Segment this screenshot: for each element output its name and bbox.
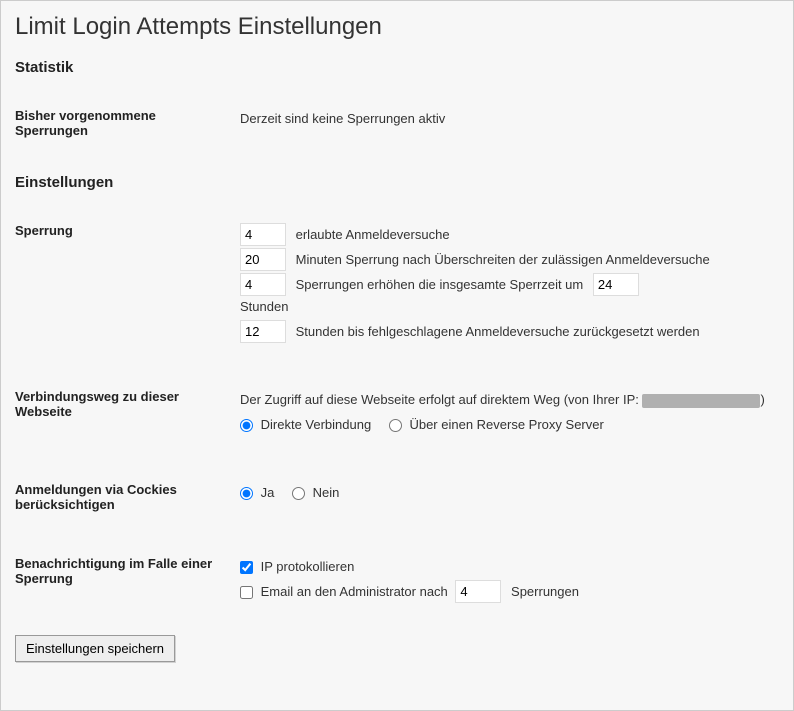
connection-direct-option[interactable]: Direkte Verbindung: [240, 417, 375, 432]
lockouts-so-far-value: Derzeit sind keine Sperrungen aktiv: [240, 100, 779, 146]
email-label-right: Sperrungen: [511, 584, 579, 599]
email-threshold-input[interactable]: [455, 580, 501, 603]
reset-hours-input[interactable]: [240, 320, 286, 343]
reset-text: Stunden bis fehlgeschlagene Anmeldeversu…: [296, 324, 700, 339]
email-admin-checkbox[interactable]: [240, 586, 253, 599]
connection-proxy-option[interactable]: Über einen Reverse Proxy Server: [389, 417, 604, 432]
connection-proxy-label: Über einen Reverse Proxy Server: [409, 417, 603, 432]
settings-heading: Einstellungen: [15, 174, 779, 191]
notify-label: Benachrichtigung im Falle einer Sperrung: [15, 548, 240, 613]
stats-table: Bisher vorgenommene Sperrungen Derzeit s…: [15, 100, 779, 174]
email-admin-option[interactable]: Email an den Administrator nach: [240, 584, 451, 599]
log-ip-label: IP protokollieren: [261, 559, 355, 574]
stats-heading: Statistik: [15, 59, 779, 76]
settings-table: Sperrung erlaubte Anmeldeversuche Minute…: [15, 215, 779, 613]
cookies-label: Anmeldungen via Cockies berücksichtigen: [15, 474, 240, 520]
lockout-minutes-text: Minuten Sperrung nach Überschreiten der …: [296, 252, 710, 267]
increase-text-left: Sperrungen erhöhen die insgesamte Sperrz…: [296, 277, 584, 292]
log-ip-option[interactable]: IP protokollieren: [240, 559, 354, 574]
connection-proxy-radio[interactable]: [389, 419, 402, 432]
connection-info-prefix: Der Zugriff auf diese Webseite erfolgt a…: [240, 392, 639, 407]
connection-info-suffix: ): [760, 392, 764, 407]
connection-label: Verbindungsweg zu dieser Webseite: [15, 381, 240, 445]
cookies-no-option[interactable]: Nein: [292, 485, 339, 500]
settings-panel: Limit Login Attempts Einstellungen Stati…: [0, 0, 794, 711]
connection-direct-label: Direkte Verbindung: [261, 417, 372, 432]
log-ip-checkbox[interactable]: [240, 561, 253, 574]
allowed-retries-text: erlaubte Anmeldeversuche: [296, 227, 450, 242]
cookies-no-radio[interactable]: [292, 487, 305, 500]
lockout-label: Sperrung: [15, 215, 240, 353]
ip-redacted: [642, 394, 760, 408]
lockout-minutes-input[interactable]: [240, 248, 286, 271]
increase-after-input[interactable]: [240, 273, 286, 296]
cookies-yes-option[interactable]: Ja: [240, 485, 278, 500]
allowed-retries-input[interactable]: [240, 223, 286, 246]
save-settings-button[interactable]: Einstellungen speichern: [15, 635, 175, 662]
email-label-left: Email an den Administrator nach: [261, 584, 448, 599]
increase-text-right: Stunden: [240, 299, 288, 314]
page-title: Limit Login Attempts Einstellungen: [15, 13, 779, 41]
increase-hours-input[interactable]: [593, 273, 639, 296]
cookies-yes-radio[interactable]: [240, 487, 253, 500]
cookies-yes-label: Ja: [261, 485, 275, 500]
connection-direct-radio[interactable]: [240, 419, 253, 432]
lockouts-so-far-label: Bisher vorgenommene Sperrungen: [15, 100, 240, 146]
cookies-no-label: Nein: [313, 485, 340, 500]
